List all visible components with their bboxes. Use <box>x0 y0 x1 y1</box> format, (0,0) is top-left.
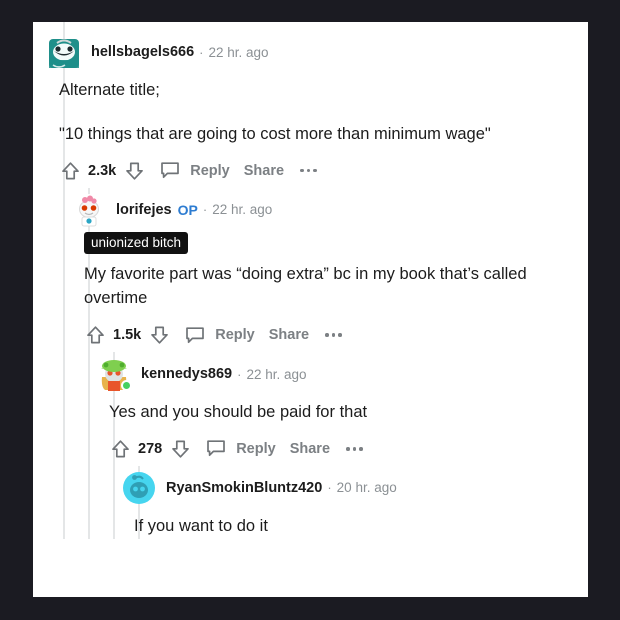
comment-author[interactable]: lorifejes <box>116 202 172 218</box>
comment: kennedys869 · 22 hr. ago Yes and you should… <box>33 352 588 466</box>
comment-timestamp: 20 hr. ago <box>336 480 397 496</box>
comment-author[interactable]: kennedys869 <box>141 366 232 382</box>
reply-button[interactable]: Reply <box>236 441 276 457</box>
screenshot-root: hellsbagels666 · 22 hr. ago Alternate title… <box>0 0 620 620</box>
more-options-icon[interactable] <box>300 168 317 173</box>
downvote-arrow-icon[interactable] <box>148 324 170 346</box>
vote-score: 1.5k <box>113 327 142 343</box>
avatar-ryansmokinbluntz420[interactable] <box>122 471 156 505</box>
comment-header: RyanSmokinBluntz420 · 20 hr. ago <box>122 470 574 506</box>
comment-header: lorifejes OP · 22 hr. ago <box>72 192 574 228</box>
downvote-arrow-icon[interactable] <box>123 160 145 182</box>
comment-body: Alternate title; "10 things that are goin… <box>59 70 574 147</box>
thread-line[interactable] <box>63 465 65 539</box>
comment: lorifejes OP · 22 hr. ago unionized bitch My … <box>33 187 588 352</box>
comment-body: My favorite part was “doing extra” bc in… <box>84 254 574 312</box>
header-separator: · <box>202 202 208 217</box>
comment: RyanSmokinBluntz420 · 20 hr. ago If you wan… <box>33 465 588 539</box>
reply-button[interactable]: Reply <box>190 163 230 179</box>
vote-score: 2.3k <box>88 162 117 179</box>
share-button[interactable]: Share <box>269 327 309 343</box>
share-button[interactable]: Share <box>244 163 284 179</box>
comment-bubble-icon[interactable] <box>184 324 206 346</box>
comment-timestamp: 22 hr. ago <box>212 202 273 217</box>
comment-thread-card: hellsbagels666 · 22 hr. ago Alternate title… <box>33 22 588 597</box>
comment: hellsbagels666 · 22 hr. ago Alternate title… <box>33 22 588 188</box>
share-button[interactable]: Share <box>290 441 330 457</box>
comment-body: If you want to do it <box>134 506 574 539</box>
thread-line[interactable] <box>113 465 115 539</box>
comment-actions: 1.5k Reply Share <box>84 318 574 352</box>
vote-score: 278 <box>138 440 163 457</box>
header-separator: · <box>199 44 204 60</box>
avatar-hellsbagels666[interactable] <box>47 35 81 69</box>
comment-actions: 2.3k Reply Share <box>59 154 574 188</box>
author-flair: unionized bitch <box>84 228 574 254</box>
op-badge: OP <box>177 201 198 218</box>
comment-list: hellsbagels666 · 22 hr. ago Alternate title… <box>33 22 588 539</box>
avatar-kennedys869[interactable] <box>97 357 132 391</box>
comment-header: hellsbagels666 · 22 hr. ago <box>47 34 574 70</box>
upvote-arrow-icon[interactable] <box>59 160 81 182</box>
header-separator: · <box>327 480 332 496</box>
comment-paragraph: My favorite part was “doing extra” bc in… <box>84 264 527 308</box>
thread-line[interactable] <box>88 352 90 466</box>
comment-timestamp: 22 hr. ago <box>208 44 269 60</box>
comment-bubble-icon[interactable] <box>205 438 227 460</box>
more-options-icon[interactable] <box>346 447 363 451</box>
comment-paragraph: Yes and you should be paid for that <box>109 403 368 421</box>
thread-line[interactable] <box>63 352 65 466</box>
comment-paragraph: If you want to do it <box>134 516 268 535</box>
comment-author[interactable]: hellsbagels666 <box>91 44 194 60</box>
comment-bubble-icon[interactable] <box>159 160 181 182</box>
comment-author[interactable]: RyanSmokinBluntz420 <box>166 480 322 496</box>
upvote-arrow-icon[interactable] <box>109 438 131 460</box>
comment-paragraph: "10 things that are going to cost more t… <box>59 124 491 143</box>
comment-paragraph: Alternate title; <box>59 81 160 99</box>
upvote-arrow-icon[interactable] <box>84 324 106 346</box>
thread-line[interactable] <box>88 465 90 539</box>
downvote-arrow-icon[interactable] <box>169 438 191 460</box>
avatar-lorifejes[interactable] <box>72 193 106 227</box>
header-separator: · <box>237 366 242 382</box>
thread-line[interactable] <box>63 187 65 352</box>
comment-actions: 278 Reply Share <box>109 432 574 466</box>
online-status-dot <box>121 380 132 391</box>
author-flair-label: unionized bitch <box>84 231 189 254</box>
more-options-icon[interactable] <box>325 333 342 337</box>
comment-header: kennedys869 · 22 hr. ago <box>97 356 574 392</box>
comment-timestamp: 22 hr. ago <box>246 366 307 382</box>
comment-body: Yes and you should be paid for that <box>109 392 574 425</box>
reply-button[interactable]: Reply <box>215 327 255 343</box>
